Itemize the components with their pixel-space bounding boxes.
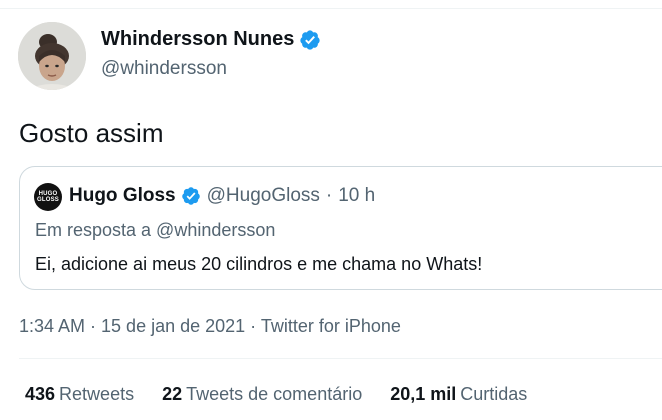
likes-count: 20,1 mil <box>390 384 457 404</box>
retweets-count: 436 <box>25 384 56 404</box>
quoted-reply-to[interactable]: Em resposta a @whindersson <box>35 220 275 241</box>
verified-badge-icon <box>181 187 200 205</box>
author-name[interactable]: Whindersson Nunes <box>101 28 294 51</box>
verified-badge-icon <box>300 29 320 50</box>
quoted-header: Hugo Gloss @HugoGloss · 10 h <box>69 185 375 207</box>
author-avatar[interactable] <box>18 22 86 90</box>
retweets-label: Retweets <box>59 384 135 404</box>
likes-stat[interactable]: 20,1 mil Curtidas <box>390 384 527 405</box>
avatar-photo <box>18 22 86 90</box>
tweet-text: Gosto assim <box>19 118 164 148</box>
retweets-stat[interactable]: 436 Retweets <box>25 384 134 405</box>
quoted-text: Ei, adicione ai meus 20 cilindros e me c… <box>35 254 483 274</box>
quoted-avatar[interactable]: HUGO GLOSS <box>34 183 62 211</box>
likes-label: Curtidas <box>460 384 528 404</box>
author-name-row[interactable]: Whindersson Nunes <box>101 28 321 51</box>
quoted-tweet-card[interactable]: HUGO GLOSS Hugo Gloss @HugoGloss · 10 h … <box>19 166 662 290</box>
quoted-separator: · <box>325 185 333 206</box>
quoted-avatar-text-bottom: GLOSS <box>36 197 59 203</box>
comments-label: Tweets de comentário <box>186 384 363 404</box>
quoted-time[interactable]: 10 h <box>338 185 375 207</box>
engagement-stats: 436 Retweets 22 Tweets de comentário 20,1 … <box>25 384 555 405</box>
quoted-name[interactable]: Hugo Gloss <box>69 185 176 207</box>
quoted-handle[interactable]: @HugoGloss <box>207 185 320 207</box>
comments-stat[interactable]: 22 Tweets de comentário <box>162 384 362 405</box>
tweet-timestamp[interactable]: 1:34 AM · 15 de jan de 2021 · Twitter fo… <box>19 316 401 337</box>
comments-count: 22 <box>162 384 183 404</box>
divider <box>19 358 662 359</box>
author-handle[interactable]: @whindersson <box>101 58 227 80</box>
top-divider <box>0 8 662 9</box>
